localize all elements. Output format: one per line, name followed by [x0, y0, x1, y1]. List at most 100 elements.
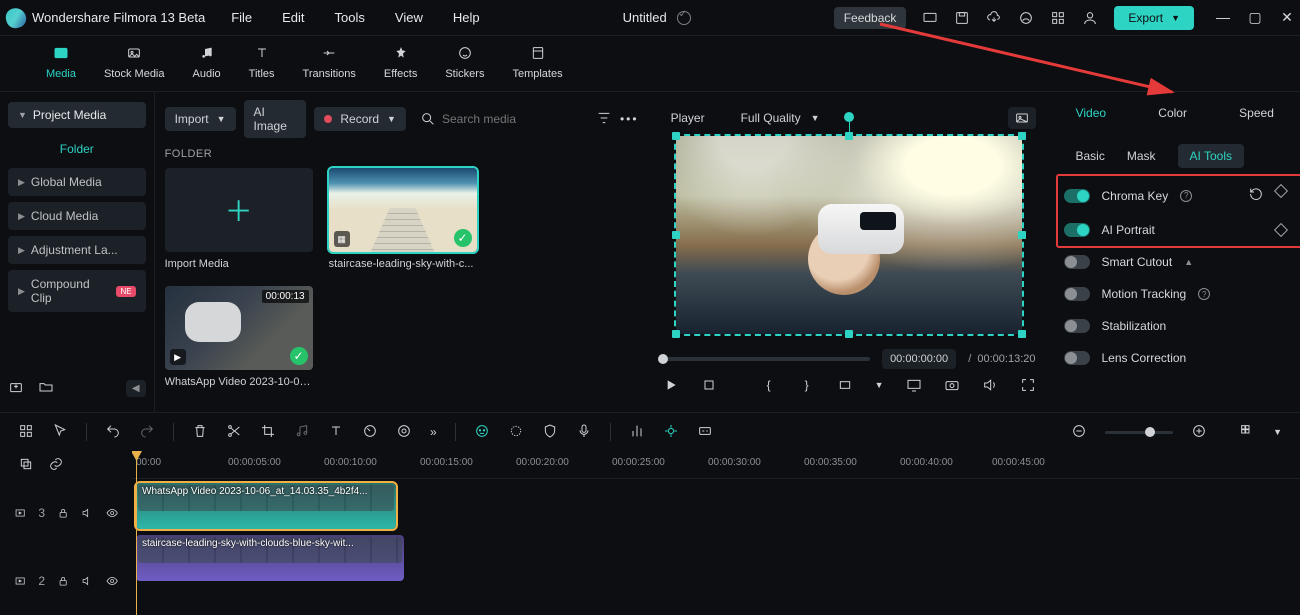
rotate-handle[interactable]: [844, 112, 854, 122]
tool-ai-portrait[interactable]: AI Portrait: [1064, 223, 1287, 237]
mute-icon[interactable]: [81, 505, 93, 521]
toggle-motion-tracking[interactable]: [1064, 287, 1090, 301]
resize-handle[interactable]: [845, 132, 853, 140]
inspector-tab-color[interactable]: Color: [1144, 97, 1201, 129]
export-button[interactable]: Export ▼: [1114, 6, 1194, 30]
module-effects[interactable]: Effects: [384, 42, 417, 91]
ai-image-button[interactable]: AI Image: [244, 100, 307, 138]
menu-help[interactable]: Help: [453, 10, 480, 25]
sidebar-collapse-button[interactable]: ◀: [126, 380, 146, 397]
chevron-down-icon[interactable]: ▼: [1273, 427, 1282, 437]
close-button[interactable]: ✕: [1280, 9, 1294, 26]
toggle-lens-correction[interactable]: [1064, 351, 1090, 365]
track-head-3[interactable]: 3: [0, 479, 132, 547]
playhead[interactable]: [136, 451, 137, 615]
resize-handle[interactable]: [672, 231, 680, 239]
menu-edit[interactable]: Edit: [282, 10, 304, 25]
menu-tools[interactable]: Tools: [335, 10, 365, 25]
keyframe-icon[interactable]: [1274, 184, 1288, 198]
toggle-ai-portrait[interactable]: [1064, 223, 1090, 237]
keyframe-icon[interactable]: [1274, 223, 1288, 237]
module-audio[interactable]: Audio: [193, 42, 221, 91]
sidebar-folder-selected[interactable]: Folder: [8, 128, 146, 168]
help-icon[interactable]: ?: [1198, 288, 1210, 300]
caption-icon[interactable]: [697, 423, 713, 442]
search-input[interactable]: [442, 112, 582, 126]
tl-pointer-icon[interactable]: [52, 423, 68, 442]
text-icon[interactable]: [328, 423, 344, 442]
import-button[interactable]: Import ▼: [165, 107, 236, 131]
subtab-basic[interactable]: Basic: [1076, 149, 1105, 163]
sidebar-item-compound-clip[interactable]: ▶ Compound Clip NE: [8, 270, 146, 312]
sidebar-project-media[interactable]: ▼ Project Media: [8, 102, 146, 128]
support-icon[interactable]: [1018, 10, 1034, 26]
resize-handle[interactable]: [672, 132, 680, 140]
toggle-smart-cutout[interactable]: [1064, 255, 1090, 269]
lock-icon[interactable]: [57, 573, 69, 589]
redo-icon[interactable]: [139, 423, 155, 442]
tool-smart-cutout[interactable]: Smart Cutout ▲: [1064, 255, 1287, 269]
thumb-whatsapp-video[interactable]: 00:00:13 ▶ ✓ WhatsApp Video 2023-10-05..…: [165, 286, 313, 388]
inspector-tab-speed[interactable]: Speed: [1225, 97, 1288, 129]
feedback-button[interactable]: Feedback: [834, 7, 907, 29]
tl-select-icon[interactable]: [18, 423, 34, 442]
menu-file[interactable]: File: [231, 10, 252, 25]
new-folder-icon[interactable]: [38, 379, 54, 398]
snapshot-icon[interactable]: [944, 377, 960, 393]
display-icon[interactable]: [906, 377, 922, 393]
ratio-icon[interactable]: [837, 377, 853, 393]
more-tools-icon[interactable]: »: [430, 425, 437, 439]
timeline-ruler[interactable]: 00:00 00:00:05:00 00:00:10:00 00:00:15:0…: [132, 451, 1300, 479]
new-bin-icon[interactable]: [8, 379, 24, 398]
module-transitions[interactable]: Transitions: [303, 42, 356, 91]
tl-overlay-icon[interactable]: [18, 456, 34, 475]
mic-icon[interactable]: [576, 423, 592, 442]
mark-in-icon[interactable]: {: [761, 377, 777, 393]
crop-icon[interactable]: [260, 423, 276, 442]
clip-staircase[interactable]: staircase-leading-sky-with-clouds-blue-s…: [136, 535, 404, 581]
tool-chroma-key[interactable]: Chroma Key ?: [1064, 186, 1287, 205]
tool-lens-correction[interactable]: Lens Correction: [1064, 351, 1287, 365]
seek-bar[interactable]: [663, 357, 870, 361]
visibility-icon[interactable]: [106, 505, 118, 521]
color-icon[interactable]: [396, 423, 412, 442]
module-titles[interactable]: Titles: [249, 42, 275, 91]
zoom-in-icon[interactable]: [1191, 423, 1207, 442]
reset-icon[interactable]: [1248, 186, 1264, 205]
mark-out-icon[interactable]: }: [799, 377, 815, 393]
record-button[interactable]: Record ▼: [314, 107, 406, 131]
sidebar-item-cloud-media[interactable]: ▶ Cloud Media: [8, 202, 146, 230]
subtab-ai-tools[interactable]: AI Tools: [1178, 144, 1244, 168]
zoom-out-icon[interactable]: [1071, 423, 1087, 442]
tool-stabilization[interactable]: Stabilization: [1064, 319, 1287, 333]
view-grid-icon[interactable]: [1239, 423, 1255, 442]
zoom-slider[interactable]: [1105, 431, 1173, 434]
toggle-chroma-key[interactable]: [1064, 189, 1090, 203]
module-templates[interactable]: Templates: [512, 42, 562, 91]
music-note-icon[interactable]: [294, 423, 310, 442]
chevron-down-icon[interactable]: ▼: [875, 380, 884, 390]
save-icon[interactable]: [954, 10, 970, 26]
sidebar-item-global-media[interactable]: ▶ Global Media: [8, 168, 146, 196]
thumb-staircase[interactable]: ▦ ✓ staircase-leading-sky-with-c...: [329, 168, 477, 270]
equalizer-icon[interactable]: [629, 423, 645, 442]
seek-thumb[interactable]: [658, 354, 668, 364]
volume-icon[interactable]: [982, 377, 998, 393]
module-stock[interactable]: Stock Media: [104, 42, 165, 91]
cloud-download-icon[interactable]: [986, 10, 1002, 26]
mute-icon[interactable]: [81, 573, 93, 589]
resize-handle[interactable]: [1018, 231, 1026, 239]
play-button[interactable]: [663, 377, 679, 393]
module-media[interactable]: Media: [46, 42, 76, 91]
split-icon[interactable]: [226, 423, 242, 442]
delete-icon[interactable]: [192, 423, 208, 442]
minimize-button[interactable]: —: [1216, 9, 1230, 26]
module-stickers[interactable]: Stickers: [445, 42, 484, 91]
more-icon[interactable]: •••: [620, 112, 639, 126]
filter-icon[interactable]: [596, 110, 612, 129]
tool-motion-tracking[interactable]: Motion Tracking ?: [1064, 287, 1287, 301]
preview-canvas[interactable]: [676, 136, 1022, 334]
subtab-mask[interactable]: Mask: [1127, 149, 1156, 163]
menu-view[interactable]: View: [395, 10, 423, 25]
preview-mode-button[interactable]: [1008, 107, 1036, 129]
